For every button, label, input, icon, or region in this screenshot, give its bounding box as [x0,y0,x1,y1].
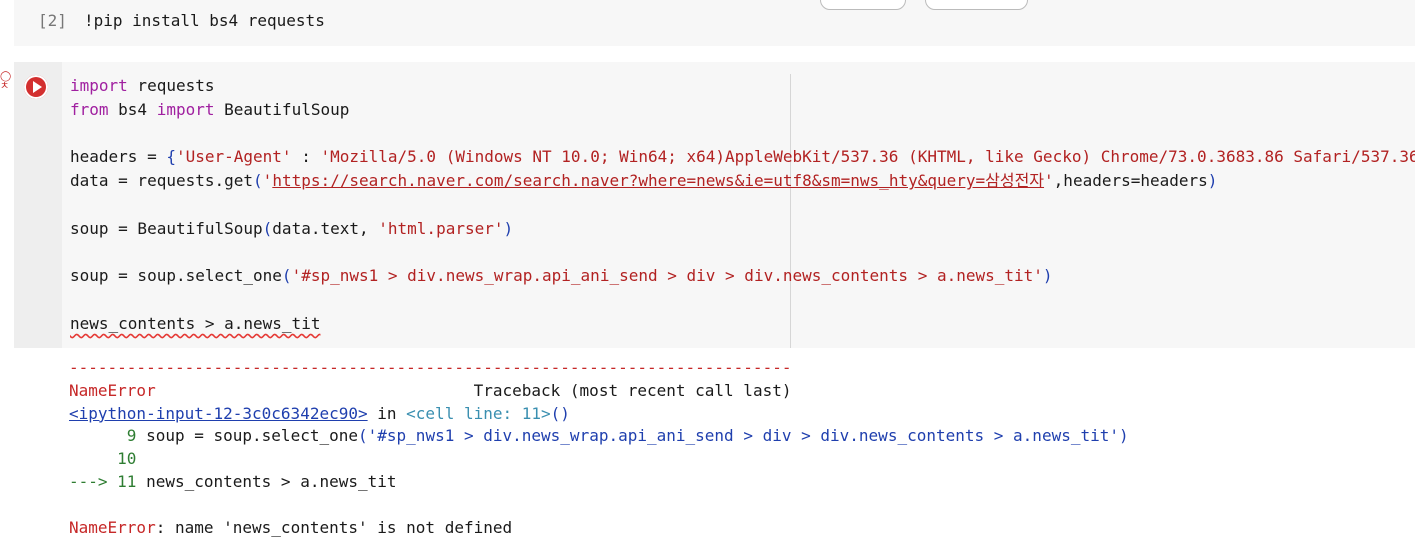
tb-line-9-number: 9 [69,426,137,446]
cell-focus-marker: ◯ ㅊ [0,71,12,92]
traceback-divider: ----------------------------------------… [69,358,792,377]
code-line-5: data = requests.get('https://search.nave… [70,171,1218,191]
tb-line-11-arrow: ---> 11 [69,471,137,491]
cell-code-editor[interactable]: import requests from bs4 import Beautifu… [70,74,1415,336]
cell-gutter [14,62,62,348]
code-line-11: news_contents > a.news_tit [70,313,321,333]
execution-count: [2] [38,11,67,30]
pip-command: !pip install bs4 requests [84,11,325,30]
final-error-message: : name 'news_contents' is not defined [155,517,513,537]
code-line-1: import requests [70,76,215,95]
cell-line-ref: <cell line: 11> [406,403,551,423]
cell-code-pip[interactable]: !pip install bs4 requests [84,11,325,30]
toolbar-pill-left[interactable] [820,0,906,10]
cell-output: ----------------------------------------… [69,358,1129,537]
code-line-4: headers = {'User-Agent' : 'Mozilla/5.0 (… [70,147,1415,167]
code-cell-pip-install[interactable]: [2] !pip install bs4 requests [14,0,1415,46]
run-cell-button[interactable] [24,75,48,99]
tb-line-10-number: 10 [69,449,137,469]
ipython-input-link[interactable]: <ipython-input-12-3c0c6342ec90> [69,404,368,423]
naver-search-url[interactable]: https://search.naver.com/search.naver?wh… [272,171,1044,190]
traceback-label: Traceback (most recent call last) [155,380,792,400]
final-error-type: NameError [69,517,156,537]
error-type: NameError [69,380,156,400]
toolbar-pill-right[interactable] [925,0,1028,10]
code-line-7: soup = BeautifulSoup(data.text, 'html.pa… [70,218,514,238]
code-line-2: from bs4 import BeautifulSoup [70,99,350,119]
code-line-9: soup = soup.select_one('#sp_nws1 > div.n… [70,266,1053,286]
